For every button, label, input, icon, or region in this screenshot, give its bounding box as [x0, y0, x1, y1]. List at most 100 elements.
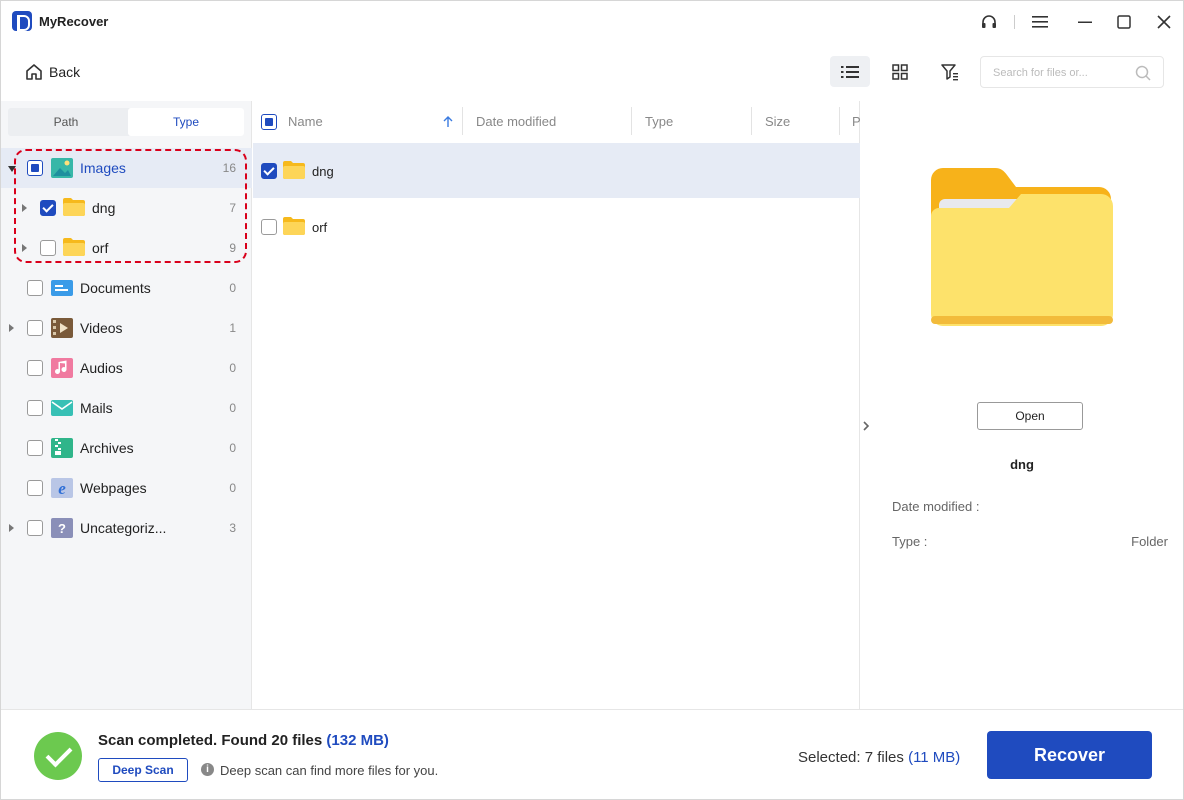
item-count: 7: [229, 201, 236, 215]
folder-icon: [283, 217, 305, 235]
back-button[interactable]: Back: [25, 60, 80, 84]
audios-checkbox[interactable]: [27, 360, 43, 376]
expand-arrow-icon[interactable]: [22, 244, 27, 252]
mails-checkbox[interactable]: [27, 400, 43, 416]
sidebar-item-label: Audios: [80, 360, 123, 376]
search-icon[interactable]: [1135, 65, 1151, 81]
item-count: 3: [229, 521, 236, 535]
app-logo-icon: [12, 11, 32, 31]
file-list: Name Date modified Type Size P dng orf: [253, 101, 860, 709]
app-window: MyRecover Back Search for files or... Pa…: [0, 0, 1184, 800]
sidebar-tabs: Path Type: [8, 108, 244, 136]
documents-checkbox[interactable]: [27, 280, 43, 296]
item-count: 9: [229, 241, 236, 255]
large-folder-icon: [931, 168, 1113, 326]
column-size[interactable]: Size: [765, 114, 790, 129]
search-input[interactable]: [993, 64, 1133, 82]
close-icon[interactable]: [1152, 11, 1176, 33]
tab-type[interactable]: Type: [128, 108, 244, 136]
webpages-checkbox[interactable]: [27, 480, 43, 496]
selected-size: (11 MB): [908, 749, 961, 766]
item-count: 0: [229, 481, 236, 495]
sidebar-item-audios[interactable]: Audios 0: [1, 348, 252, 388]
sidebar-item-dng[interactable]: dng 7: [1, 188, 252, 228]
folder-icon: [283, 161, 305, 179]
chevron-right-icon[interactable]: [861, 419, 871, 433]
images-checkbox[interactable]: [27, 160, 43, 176]
support-headset-icon[interactable]: [977, 11, 1001, 33]
list-view-icon: [841, 65, 859, 78]
select-all-checkbox[interactable]: [261, 114, 277, 130]
sidebar-item-uncategorized[interactable]: ? Uncategoriz... 3: [1, 508, 252, 548]
sidebar-item-mails[interactable]: Mails 0: [1, 388, 252, 428]
grid-view-icon: [892, 63, 908, 80]
uncategorized-checkbox[interactable]: [27, 520, 43, 536]
expand-arrow-icon[interactable]: [22, 204, 27, 212]
scan-status: Scan completed. Found 20 files (132 MB): [98, 732, 389, 749]
sidebar-item-label: Mails: [80, 400, 113, 416]
sidebar-item-webpages[interactable]: e Webpages 0: [1, 468, 252, 508]
deep-scan-button[interactable]: Deep Scan: [98, 758, 188, 782]
tab-path[interactable]: Path: [8, 108, 124, 136]
sidebar-item-label: orf: [92, 240, 109, 256]
sidebar-item-orf[interactable]: orf 9: [1, 228, 252, 268]
column-divider[interactable]: [462, 107, 463, 135]
recover-button[interactable]: Recover: [987, 731, 1152, 779]
item-count: 16: [222, 161, 236, 175]
sort-ascending-icon[interactable]: [443, 116, 453, 128]
question-file-icon: ?: [51, 518, 73, 538]
column-divider[interactable]: [839, 107, 840, 135]
sidebar-item-label: Documents: [80, 280, 151, 296]
preview-panel: Open dng Date modified : Type : Folder: [861, 101, 1183, 709]
folder-icon: [63, 198, 85, 218]
search-box[interactable]: [980, 56, 1164, 88]
checkmark-icon: [34, 732, 82, 780]
sidebar-item-images[interactable]: Images 16: [1, 148, 252, 188]
archives-checkbox[interactable]: [27, 440, 43, 456]
videos-icon: [51, 318, 73, 338]
item-count: 0: [229, 281, 236, 295]
list-view-button[interactable]: [830, 56, 870, 87]
scan-status-text: Scan completed. Found 20 files: [98, 732, 323, 749]
menu-icon[interactable]: [1028, 11, 1052, 33]
type-label: Type :: [892, 534, 928, 549]
expand-arrow-icon[interactable]: [9, 324, 14, 332]
table-row[interactable]: dng: [253, 143, 860, 198]
scan-size: (132 MB): [326, 732, 389, 749]
row-checkbox[interactable]: [261, 219, 277, 235]
sidebar-item-videos[interactable]: Videos 1: [1, 308, 252, 348]
svg-text:e: e: [58, 479, 66, 498]
toolbar: Back: [1, 43, 1183, 101]
column-date-modified[interactable]: Date modified: [476, 114, 556, 129]
column-path[interactable]: P: [852, 114, 860, 129]
sidebar-item-label: Images: [80, 160, 126, 176]
type-value: Folder: [1131, 534, 1168, 549]
webpage-icon: e: [51, 478, 73, 498]
grid-view-button[interactable]: [880, 56, 920, 87]
filter-button[interactable]: [930, 56, 970, 87]
videos-checkbox[interactable]: [27, 320, 43, 336]
row-checkbox[interactable]: [261, 163, 277, 179]
collapse-arrow-icon[interactable]: [8, 166, 16, 172]
images-icon: [51, 158, 73, 178]
column-type[interactable]: Type: [645, 114, 673, 129]
preview-file-name: dng: [1010, 457, 1034, 472]
mail-icon: [51, 398, 73, 418]
column-divider[interactable]: [631, 107, 632, 135]
open-button[interactable]: Open: [977, 402, 1083, 430]
table-row[interactable]: orf: [253, 199, 860, 254]
minimize-icon[interactable]: [1073, 11, 1097, 33]
column-name[interactable]: Name: [288, 114, 323, 129]
orf-checkbox[interactable]: [40, 240, 56, 256]
file-name: dng: [312, 164, 334, 179]
file-name: orf: [312, 220, 328, 235]
folder-icon: [63, 238, 85, 258]
expand-arrow-icon[interactable]: [9, 524, 14, 532]
maximize-icon[interactable]: [1112, 11, 1136, 33]
dng-checkbox[interactable]: [40, 200, 56, 216]
back-label: Back: [49, 64, 81, 80]
sidebar-item-archives[interactable]: Archives 0: [1, 428, 252, 468]
column-divider[interactable]: [751, 107, 752, 135]
sidebar-item-documents[interactable]: Documents 0: [1, 268, 252, 308]
filter-icon: [941, 63, 958, 80]
